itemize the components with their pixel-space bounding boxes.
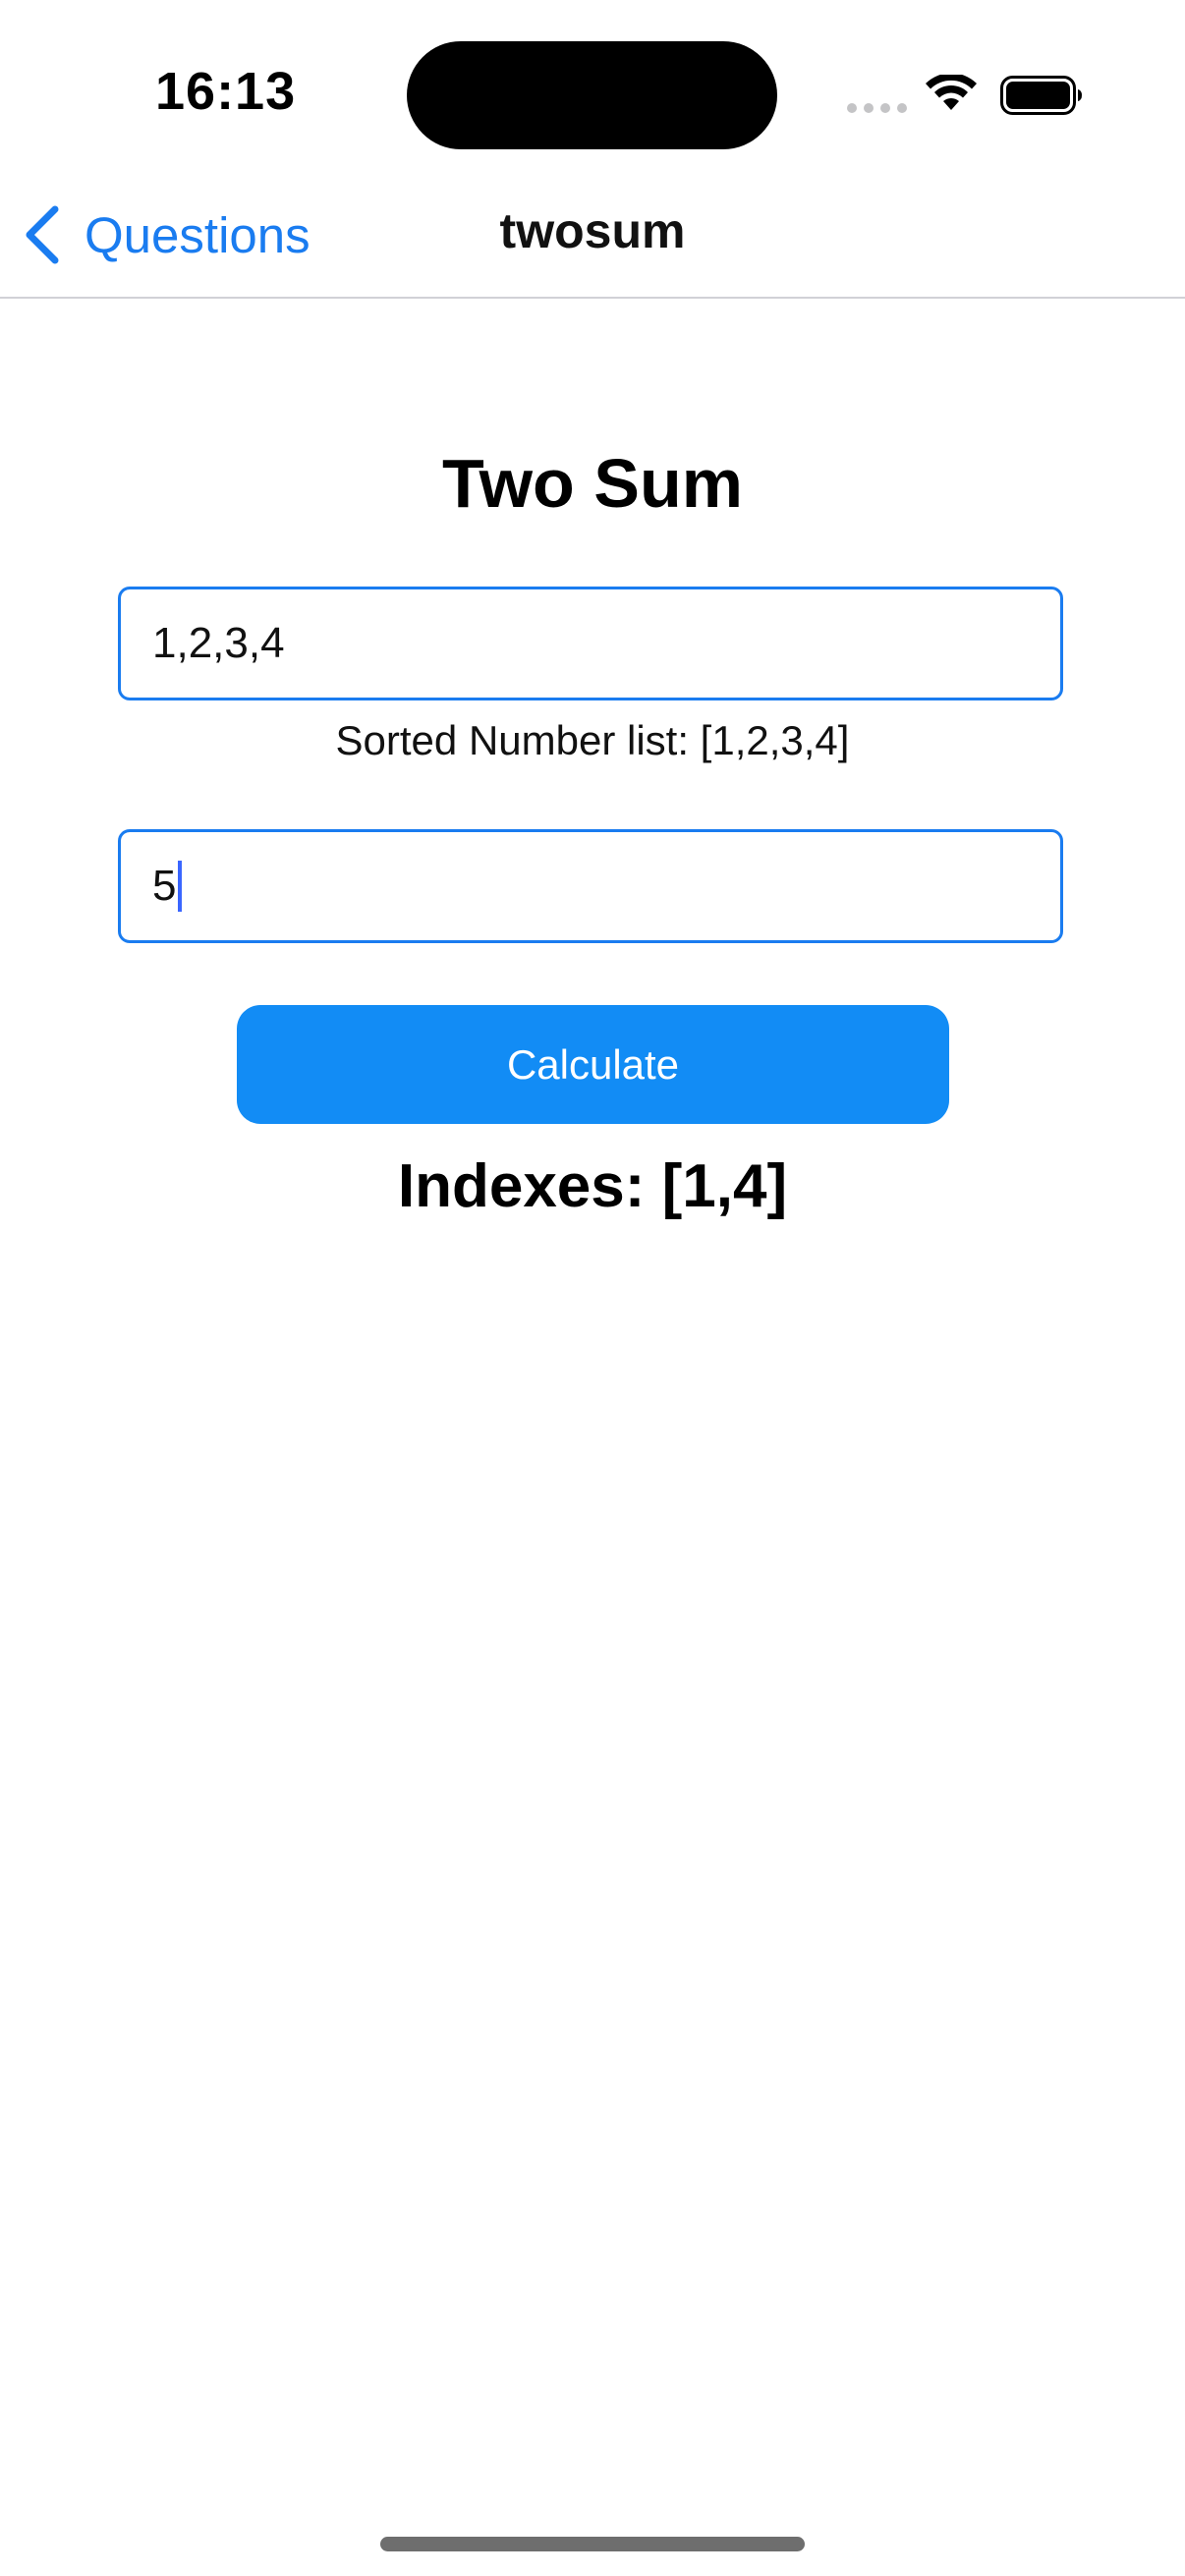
home-indicator[interactable] bbox=[380, 2537, 805, 2551]
navigation-bar: Questions twosum bbox=[0, 177, 1185, 299]
result-text: Indexes: [1,4] bbox=[397, 1152, 788, 1220]
text-caret bbox=[178, 861, 183, 912]
nav-title: twosum bbox=[499, 203, 686, 258]
target-input[interactable]: 5 bbox=[118, 829, 1063, 943]
numbers-input[interactable]: 1,2,3,4 bbox=[118, 587, 1063, 700]
page-title: Two Sum bbox=[442, 445, 743, 522]
wifi-icon bbox=[926, 75, 977, 110]
target-input-value: 5 bbox=[152, 862, 177, 910]
signal-dots-icon bbox=[847, 103, 907, 113]
calculate-button[interactable]: Calculate bbox=[237, 1005, 949, 1124]
calculate-button-label: Calculate bbox=[506, 1040, 680, 1088]
numbers-input-value: 1,2,3,4 bbox=[152, 619, 285, 667]
status-time: 16:13 bbox=[155, 62, 297, 121]
dynamic-island bbox=[407, 41, 777, 149]
battery-icon bbox=[1000, 76, 1082, 115]
sorted-list-label: Sorted Number list: [1,2,3,4] bbox=[335, 717, 850, 763]
